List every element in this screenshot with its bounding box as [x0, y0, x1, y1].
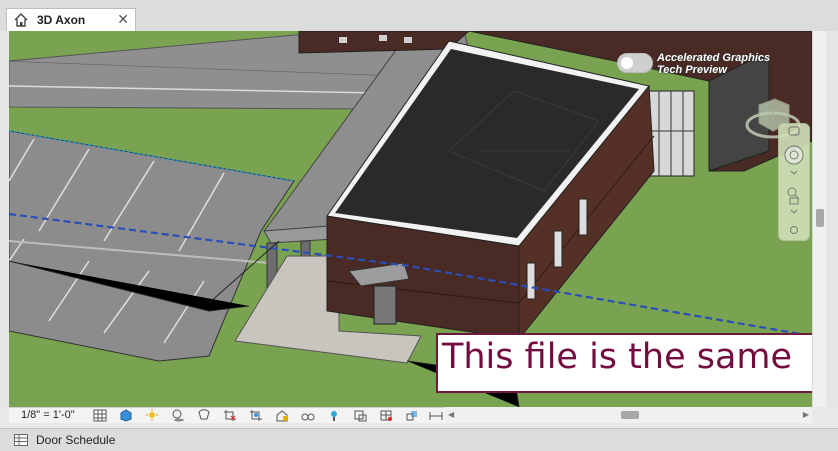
- toggle-label: Accelerated Graphics Tech Preview: [657, 52, 770, 76]
- detail-level-icon[interactable]: [93, 409, 107, 422]
- navbar-close-icon: [788, 126, 800, 136]
- steering-wheel-icon: [784, 145, 804, 165]
- show-crop-icon[interactable]: [249, 409, 263, 422]
- constraints-icon[interactable]: [405, 409, 419, 422]
- tab-title: 3D Axon: [37, 13, 86, 27]
- left-frame: [0, 31, 9, 407]
- scroll-left-icon[interactable]: ◀: [448, 410, 454, 419]
- crop-view-icon[interactable]: [223, 409, 237, 422]
- analytical-model-icon[interactable]: [353, 409, 367, 422]
- temporary-hide-icon[interactable]: [301, 409, 315, 422]
- view-scale[interactable]: 1/8" = 1'-0": [21, 409, 75, 421]
- chevron-down-icon: [790, 209, 798, 214]
- reveal-hidden-icon[interactable]: [327, 409, 341, 422]
- vertical-scrollbar[interactable]: [812, 31, 827, 407]
- vertical-scroll-thumb[interactable]: [816, 209, 824, 227]
- view-control-bar: 1/8" = 1'-0": [9, 407, 445, 423]
- sun-path-icon[interactable]: [145, 409, 159, 422]
- schedule-icon: [14, 434, 28, 446]
- info-banner: This file is the same: [436, 333, 816, 393]
- home-icon: [14, 13, 28, 27]
- schedule-label: Door Schedule: [36, 433, 116, 447]
- visual-style-icon[interactable]: [119, 409, 133, 422]
- toggle-label-line1: Accelerated Graphics: [657, 52, 771, 64]
- horizontal-scrollbar[interactable]: ◀ ▶: [445, 407, 812, 423]
- bottom-view-tab[interactable]: Door Schedule: [0, 428, 838, 451]
- banner-text: This file is the same: [442, 337, 793, 377]
- view-tab-strip: 3D Axon ✕: [0, 0, 838, 32]
- highlight-displacement-icon[interactable]: [379, 409, 393, 422]
- toggle-label-line2: Tech Preview: [657, 64, 727, 76]
- unlock-3d-icon[interactable]: [275, 409, 289, 422]
- zoom-icon: [787, 187, 800, 205]
- toggle-knob: [621, 57, 633, 69]
- accelerated-graphics-toggle[interactable]: [617, 53, 653, 73]
- worksharing-icon[interactable]: [429, 409, 443, 422]
- horizontal-scroll-thumb[interactable]: [621, 411, 639, 419]
- right-frame: [826, 31, 838, 407]
- render-icon[interactable]: [197, 409, 211, 422]
- tab-3d-axon[interactable]: 3D Axon ✕: [6, 8, 136, 31]
- shadows-icon[interactable]: [171, 409, 185, 422]
- scroll-right-icon[interactable]: ▶: [803, 410, 809, 419]
- chevron-down-icon: [790, 170, 798, 175]
- close-icon[interactable]: ✕: [117, 11, 129, 27]
- navigation-bar[interactable]: [778, 123, 810, 241]
- navbar-options-icon: [790, 226, 798, 234]
